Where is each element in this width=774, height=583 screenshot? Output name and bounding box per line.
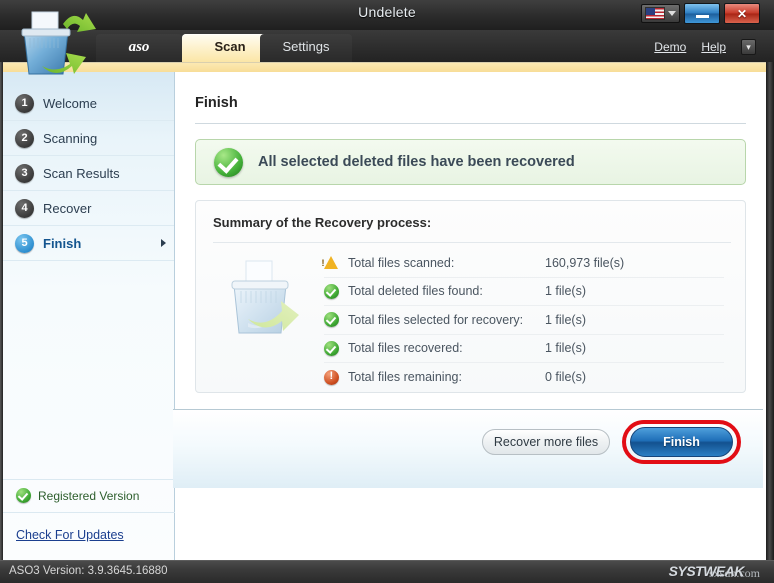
row-value: 0 file(s) <box>545 370 586 384</box>
table-row: Total files selected for recovery: 1 fil… <box>324 306 724 335</box>
recycle-bin-icon <box>218 253 314 345</box>
page-title: Finish <box>195 95 238 111</box>
sidebar-item-label: Scanning <box>43 131 97 146</box>
registered-status: Registered Version <box>3 479 175 513</box>
sidebar-item-recover[interactable]: 4 Recover <box>3 191 174 226</box>
minimize-button[interactable] <box>684 3 720 24</box>
us-flag-icon <box>645 7 665 20</box>
finish-button[interactable]: Finish <box>630 427 733 457</box>
step-number: 2 <box>15 129 34 148</box>
sidebar-item-label: Recover <box>43 201 91 216</box>
version-label: ASO3 Version: 3.9.3645.16880 <box>9 565 168 577</box>
warning-icon <box>324 256 338 269</box>
window-border-right <box>766 0 774 583</box>
check-icon <box>324 341 339 356</box>
table-row: Total deleted files found: 1 file(s) <box>324 278 724 307</box>
row-label: Total files scanned: <box>348 256 545 270</box>
check-icon <box>324 284 339 299</box>
step-number: 1 <box>15 94 34 113</box>
demo-link[interactable]: Demo <box>654 40 686 54</box>
watermark-sxsdn: sxsdn.com <box>709 566 760 581</box>
help-link[interactable]: Help <box>701 40 726 54</box>
language-selector[interactable] <box>641 4 680 23</box>
undelete-logo-icon <box>6 4 98 84</box>
tab-accent-strip <box>3 62 766 72</box>
close-button[interactable]: ✕ <box>724 3 760 24</box>
table-row: Total files scanned: 160,973 file(s) <box>324 249 724 278</box>
check-updates-link[interactable]: Check For Updates <box>16 528 124 542</box>
sidebar-item-scan-results[interactable]: 3 Scan Results <box>3 156 174 191</box>
row-label: Total deleted files found: <box>348 284 545 298</box>
step-number: 3 <box>15 164 34 183</box>
row-value: 160,973 file(s) <box>545 256 624 270</box>
summary-divider <box>213 242 731 243</box>
finish-button-group: Finish <box>622 420 741 464</box>
tab-aso[interactable]: aso <box>96 34 182 62</box>
sidebar: 1 Welcome 2 Scanning 3 Scan Results 4 Re… <box>3 72 175 560</box>
tab-bar: aso Scan Settings Demo Help ▾ <box>0 30 774 62</box>
sidebar-item-label: Welcome <box>43 96 97 111</box>
step-number: 4 <box>15 199 34 218</box>
recover-more-files-button[interactable]: Recover more files <box>482 429 610 455</box>
sidebar-item-welcome[interactable]: 1 Welcome <box>3 86 174 121</box>
application-window: Undelete ✕ aso Scan Settings Demo Help ▾ <box>0 0 774 583</box>
error-icon <box>324 370 339 385</box>
row-value: 1 file(s) <box>545 284 586 298</box>
sidebar-item-finish[interactable]: 5 Finish <box>3 226 174 261</box>
chevron-down-icon[interactable]: ▾ <box>741 39 756 55</box>
row-label: Total files recovered: <box>348 341 545 355</box>
summary-panel: Summary of the Recovery process: <box>195 200 746 393</box>
tab-settings[interactable]: Settings <box>260 34 352 62</box>
check-updates-row: Check For Updates <box>3 513 175 560</box>
registered-label: Registered Version <box>38 489 139 503</box>
sidebar-step-list: 1 Welcome 2 Scanning 3 Scan Results 4 Re… <box>3 72 174 261</box>
success-check-icon <box>214 148 243 177</box>
check-icon <box>324 312 339 327</box>
chevron-down-icon <box>668 11 676 16</box>
chevron-right-icon <box>161 239 166 247</box>
table-row: Total files recovered: 1 file(s) <box>324 335 724 364</box>
title-divider <box>195 123 746 124</box>
sidebar-item-label: Scan Results <box>43 166 120 181</box>
sidebar-item-scanning[interactable]: 2 Scanning <box>3 121 174 156</box>
top-nav-links: Demo Help ▾ <box>654 39 756 55</box>
row-value: 1 file(s) <box>545 341 586 355</box>
sidebar-footer: Registered Version Check For Updates <box>3 479 175 560</box>
row-label: Total files selected for recovery: <box>348 313 545 327</box>
summary-rows: Total files scanned: 160,973 file(s) Tot… <box>324 249 724 392</box>
footer-bar: Recover more files Finish <box>173 409 763 488</box>
table-row: Total files remaining: 0 file(s) <box>324 363 724 392</box>
row-label: Total files remaining: <box>348 370 545 384</box>
summary-title: Summary of the Recovery process: <box>213 215 431 230</box>
row-value: 1 file(s) <box>545 313 586 327</box>
window-controls: ✕ <box>641 3 760 24</box>
status-bar: ASO3 Version: 3.9.3645.16880 SYSTWEAK sx… <box>0 560 774 583</box>
step-number: 5 <box>15 234 34 253</box>
title-bar: Undelete ✕ <box>0 0 774 30</box>
success-banner-text: All selected deleted files have been rec… <box>258 154 575 170</box>
success-banner: All selected deleted files have been rec… <box>195 139 746 185</box>
check-circle-icon <box>16 488 31 503</box>
sidebar-item-label: Finish <box>43 236 81 251</box>
